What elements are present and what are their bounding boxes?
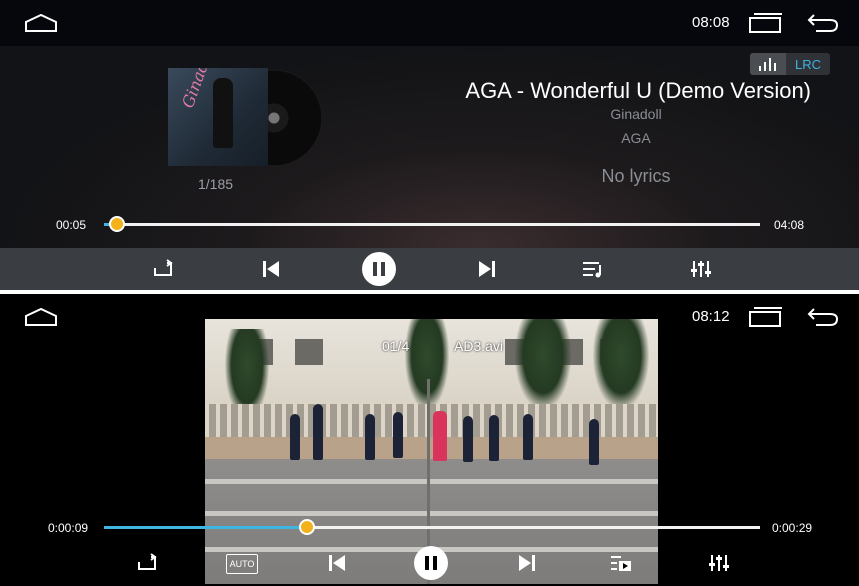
cover-figure <box>213 78 233 148</box>
previous-button[interactable] <box>324 550 350 576</box>
total-time: 0:00:29 <box>772 521 813 535</box>
playlist-icon <box>583 262 601 278</box>
next-button[interactable] <box>514 550 540 576</box>
equalizer-button[interactable] <box>688 256 714 282</box>
pause-button[interactable] <box>414 546 448 580</box>
background-blur <box>0 46 859 250</box>
home-icon[interactable] <box>24 13 58 33</box>
repeat-icon <box>138 553 157 570</box>
video-index: 01/4 <box>382 338 410 354</box>
recent-apps-icon[interactable] <box>746 12 786 34</box>
pause-icon <box>425 556 437 570</box>
song-artist: AGA <box>621 130 651 146</box>
playlist-button[interactable] <box>580 256 606 282</box>
seek-track[interactable] <box>104 223 760 226</box>
song-album: Ginadoll <box>610 106 662 122</box>
recent-apps-icon[interactable] <box>746 306 786 328</box>
spectrum-icon <box>750 53 786 75</box>
music-player-panel: 08:08 Ginadoll 1/185 LRC AGA - Wonderful… <box>0 0 859 290</box>
status-bar: 08:08 <box>0 0 859 46</box>
repeat-icon <box>154 259 173 276</box>
clock: 08:12 <box>692 308 730 325</box>
total-time: 04:08 <box>774 218 805 232</box>
back-icon[interactable] <box>806 12 840 34</box>
lrc-label: LRC <box>794 56 821 72</box>
control-bar <box>0 248 859 290</box>
next-button[interactable] <box>474 256 500 282</box>
video-playlist-icon <box>611 556 631 571</box>
skip-previous-icon <box>263 261 279 277</box>
video-playlist-button[interactable] <box>608 550 634 576</box>
track-counter: 1/185 <box>198 176 234 192</box>
skip-next-icon <box>519 555 535 571</box>
clock: 08:08 <box>692 14 730 31</box>
elapsed-time: 0:00:09 <box>48 521 89 535</box>
skip-previous-icon <box>329 555 345 571</box>
equalizer-icon <box>709 555 729 571</box>
previous-button[interactable] <box>258 256 284 282</box>
seek-progress <box>104 526 307 529</box>
equalizer-button[interactable] <box>706 550 732 576</box>
album-cover[interactable]: Ginadoll <box>168 68 268 166</box>
pause-button[interactable] <box>362 252 396 286</box>
video-frame[interactable] <box>205 319 658 584</box>
status-bar: 08:12 <box>0 294 859 340</box>
video-player-panel: 08:12 01/4 AD3.avi 0:00:09 0:00:29 AUTO <box>0 294 859 586</box>
pause-icon <box>373 262 385 276</box>
back-icon[interactable] <box>806 306 840 328</box>
video-filename: AD3.avi <box>454 338 504 354</box>
skip-next-icon <box>479 261 495 277</box>
repeat-button[interactable] <box>148 256 178 282</box>
seek-knob[interactable] <box>109 216 125 232</box>
lyrics-status: No lyrics <box>601 166 671 186</box>
auto-button[interactable]: AUTO <box>226 554 258 574</box>
equalizer-icon <box>691 261 711 277</box>
repeat-button[interactable] <box>132 550 162 576</box>
seek-knob[interactable] <box>299 519 315 535</box>
home-icon[interactable] <box>24 307 58 327</box>
elapsed-time: 00:05 <box>56 218 87 232</box>
lrc-toggle-button[interactable]: LRC <box>750 53 830 75</box>
song-title: AGA - Wonderful U (Demo Version) <box>465 78 811 103</box>
